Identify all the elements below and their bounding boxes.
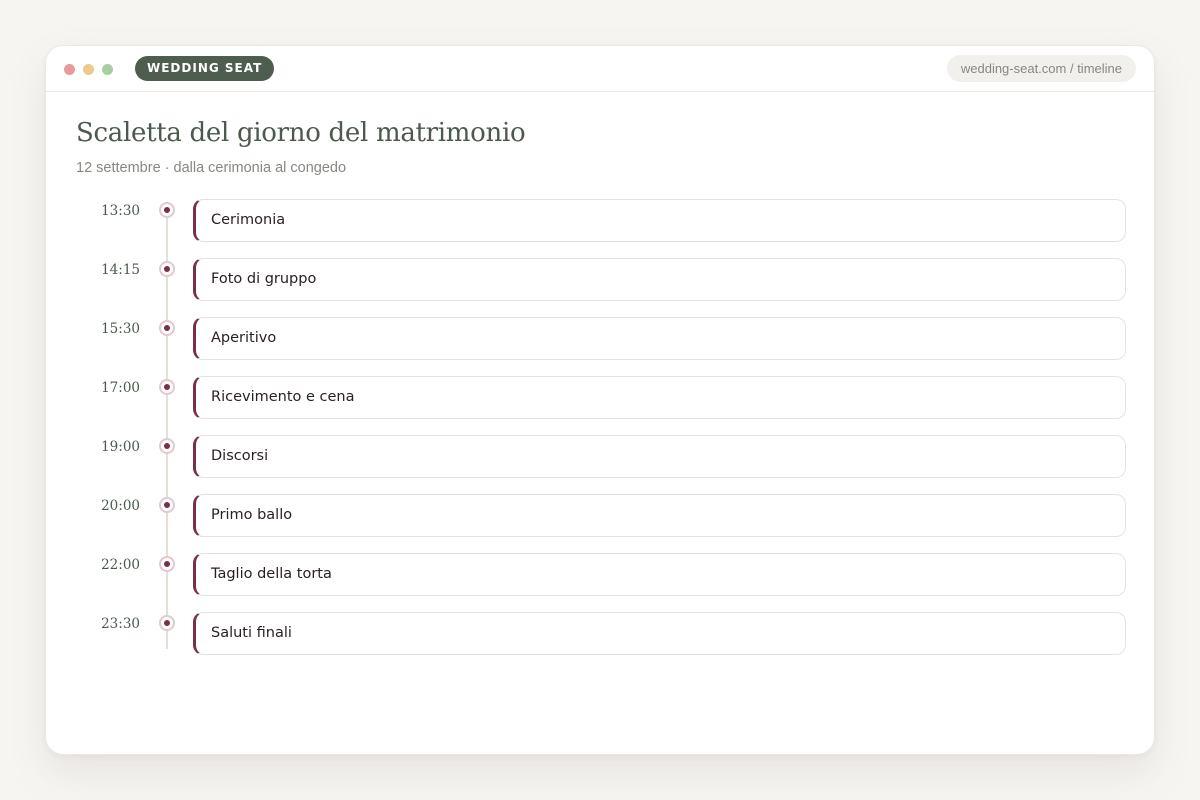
brand-badge[interactable]: WEDDING SEAT (135, 56, 275, 81)
timeline-marker-icon (159, 497, 175, 513)
event-time: 14:15 (101, 262, 140, 278)
event-card[interactable]: Ricevimento e cena (193, 376, 1126, 419)
event-time: 13:30 (101, 203, 140, 219)
timeline-marker-icon (159, 379, 175, 395)
event-card[interactable]: Primo ballo (193, 494, 1126, 537)
minimize-window-dot[interactable] (83, 64, 94, 75)
browser-window: WEDDING SEAT wedding-seat.com / timeline… (45, 45, 1155, 755)
event-time: 23:30 (101, 616, 140, 632)
event-label: Taglio della torta (211, 566, 332, 582)
event-label: Cerimonia (211, 212, 286, 228)
timeline-row: 23:30 Saluti finali (46, 612, 1154, 655)
page-title: Scaletta del giorno del matrimonio (76, 118, 526, 148)
timeline-marker-icon (159, 202, 175, 218)
event-card[interactable]: Taglio della torta (193, 553, 1126, 596)
timeline-row: 20:00 Primo ballo (46, 494, 1154, 537)
event-label: Aperitivo (211, 330, 277, 346)
maximize-window-dot[interactable] (102, 64, 113, 75)
timeline-marker-icon (159, 261, 175, 277)
event-card[interactable]: Foto di gruppo (193, 258, 1126, 301)
close-window-dot[interactable] (64, 64, 75, 75)
event-time: 15:30 (101, 321, 140, 337)
timeline-row: 14:15 Foto di gruppo (46, 258, 1154, 301)
timeline-row: 17:00 Ricevimento e cena (46, 376, 1154, 419)
event-time: 20:00 (101, 498, 140, 514)
event-time: 17:00 (101, 380, 140, 396)
event-label: Discorsi (211, 448, 269, 464)
event-label: Primo ballo (211, 507, 293, 523)
timeline-row: 19:00 Discorsi (46, 435, 1154, 478)
event-label: Saluti finali (211, 625, 292, 641)
timeline-marker-icon (159, 320, 175, 336)
timeline-marker-icon (159, 438, 175, 454)
event-time: 19:00 (101, 439, 140, 455)
event-card[interactable]: Cerimonia (193, 199, 1126, 242)
event-label: Foto di gruppo (211, 271, 317, 287)
url-bar[interactable]: wedding-seat.com / timeline (946, 55, 1136, 82)
timeline-marker-icon (159, 615, 175, 631)
event-time: 22:00 (101, 557, 140, 573)
event-card[interactable]: Aperitivo (193, 317, 1126, 360)
timeline-row: 22:00 Taglio della torta (46, 553, 1154, 596)
timeline-marker-icon (159, 556, 175, 572)
timeline-row: 15:30 Aperitivo (46, 317, 1154, 360)
event-card[interactable]: Discorsi (193, 435, 1126, 478)
event-card[interactable]: Saluti finali (193, 612, 1126, 655)
event-label: Ricevimento e cena (211, 389, 355, 405)
timeline-row: 13:30 Cerimonia (46, 199, 1154, 242)
title-bar: WEDDING SEAT wedding-seat.com / timeline (46, 46, 1154, 92)
page-subtitle: 12 settembre · dalla cerimonia al conged… (76, 160, 347, 176)
